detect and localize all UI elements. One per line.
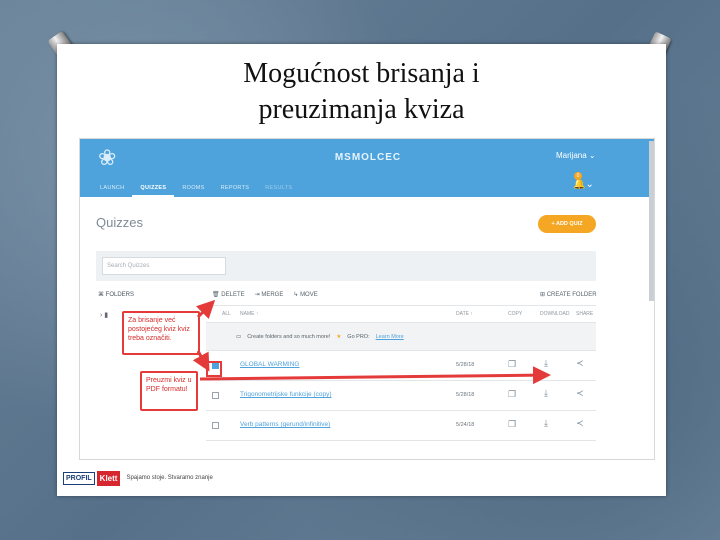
- download-icon[interactable]: ⤓: [544, 358, 548, 369]
- search-input[interactable]: Search Quizzes: [102, 257, 226, 275]
- move-button[interactable]: ↳ MOVE: [293, 291, 317, 298]
- tab-launch[interactable]: LAUNCH: [92, 183, 132, 197]
- tab-quizzes[interactable]: QUIZZES: [132, 183, 175, 197]
- download-callout: Preuzmi kviz u PDF formatu!: [140, 371, 198, 411]
- add-folder-icon: ⊞: [540, 292, 547, 298]
- tab-rooms[interactable]: ROOMS: [174, 183, 212, 197]
- folder-icon: ▭: [236, 333, 242, 340]
- learn-more-link[interactable]: Learn More: [376, 334, 404, 340]
- download-icon[interactable]: ⤓: [544, 388, 548, 399]
- quiz-table: ALL NAME ↑ DATE ↑ COPY DOWNLOAD SHARE ▭ …: [206, 305, 596, 441]
- header-copy: COPY: [508, 311, 523, 317]
- row-checkbox[interactable]: [212, 392, 219, 399]
- go-pro-text: Go PRO:: [347, 333, 370, 340]
- folders-label: FOLDERS: [105, 292, 135, 298]
- folders-header[interactable]: ⌘ FOLDERS: [98, 291, 134, 298]
- quiz-name-link[interactable]: Verb patterns (gerund/infinitive): [240, 421, 330, 428]
- copy-icon[interactable]: ❐: [508, 389, 516, 400]
- move-label: MOVE: [300, 292, 318, 298]
- promo-banner: ▭ Create folders and so much more! ★ Go …: [206, 323, 596, 351]
- slide-title-line1: Mogućnost brisanja i: [243, 58, 480, 89]
- nav-tabs: LAUNCH QUIZZES ROOMS REPORTS RESULTS: [92, 183, 300, 197]
- brand-klett: Klett: [96, 470, 121, 486]
- app-screenshot: ❀ MSMOLCEC Marijana ⌄ 0 🔔⌄ LAUNCH QUIZZE…: [79, 138, 655, 460]
- chevron-right-icon[interactable]: ›: [100, 312, 102, 319]
- brand-profil: PROFIL: [63, 471, 95, 485]
- folder-item[interactable]: › ▮: [100, 311, 108, 319]
- create-folder-button[interactable]: ⊞ CREATE FOLDER: [540, 291, 597, 298]
- page-title: Quizzes: [96, 215, 143, 230]
- slide-title-line2: preuzimanja kviza: [258, 94, 465, 125]
- slide-title: Mogućnost brisanja i preuzimanja kviza: [57, 56, 666, 128]
- delete-button[interactable]: 🗑 DELETE: [212, 291, 245, 298]
- star-icon: ★: [336, 333, 342, 340]
- row-checkbox[interactable]: [212, 422, 219, 429]
- header-all[interactable]: ALL: [222, 311, 231, 317]
- copy-icon[interactable]: ❐: [508, 419, 516, 430]
- brand-tagline: Spajamo stoje. Stvaramo znanje: [126, 475, 213, 481]
- merge-label: MERGE: [261, 292, 284, 298]
- table-row[interactable]: Verb patterns (gerund/infinitive) 5/24/1…: [206, 411, 596, 441]
- trash-icon: 🗑: [212, 292, 222, 298]
- share-icon[interactable]: ≺: [576, 358, 584, 369]
- search-bar: Search Quizzes: [96, 251, 596, 281]
- promo-text: Create folders and so much more!: [247, 333, 331, 340]
- slide: Mogućnost brisanja i preuzimanja kviza ❀…: [57, 44, 666, 496]
- quiz-name-link[interactable]: GLOBAL WARMING: [240, 361, 299, 368]
- quiz-date: 5/28/18: [456, 362, 475, 368]
- add-quiz-button[interactable]: + ADD QUIZ: [538, 215, 596, 233]
- download-icon[interactable]: ⤓: [544, 418, 548, 429]
- table-row[interactable]: GLOBAL WARMING 5/28/18 ❐ ⤓ ≺: [206, 351, 596, 381]
- create-folder-label: CREATE FOLDER: [546, 292, 597, 298]
- share-icon[interactable]: ≺: [576, 388, 584, 399]
- header-date[interactable]: DATE ↑: [456, 311, 473, 317]
- merge-button[interactable]: ⇥ MERGE: [255, 291, 284, 298]
- checkbox-highlight: [206, 361, 222, 377]
- copy-icon[interactable]: ❐: [508, 359, 516, 370]
- scrollbar[interactable]: [649, 141, 654, 301]
- header-share: SHARE: [576, 311, 594, 317]
- tab-reports[interactable]: REPORTS: [213, 183, 258, 197]
- quiz-name-link[interactable]: Trigonometrijske funkcije (copy): [240, 391, 332, 398]
- publisher-logo: PROFIL Klett Spajamo stoje. Stvaramo zna…: [63, 467, 213, 489]
- user-menu[interactable]: Marijana ⌄: [556, 151, 596, 160]
- quiz-date: 5/28/18: [456, 392, 475, 398]
- quiz-toolbar: 🗑 DELETE ⇥ MERGE ↳ MOVE: [212, 291, 318, 298]
- table-row[interactable]: Trigonometrijske funkcije (copy) 5/28/18…: [206, 381, 596, 411]
- folder-icon: ▮: [104, 312, 109, 319]
- bell-icon[interactable]: 🔔⌄: [573, 179, 594, 190]
- app-header: ❀ MSMOLCEC Marijana ⌄ 0 🔔⌄ LAUNCH QUIZZE…: [80, 139, 654, 197]
- delete-label: DELETE: [221, 292, 245, 298]
- tab-results: RESULTS: [265, 185, 293, 191]
- delete-callout: Za brisanje već postojećeg kviz kviz tre…: [122, 311, 200, 355]
- header-name[interactable]: NAME ↑: [240, 311, 258, 317]
- header-download: DOWNLOAD: [540, 311, 570, 317]
- table-header: ALL NAME ↑ DATE ↑ COPY DOWNLOAD SHARE: [206, 305, 596, 323]
- quiz-date: 5/24/18: [456, 422, 475, 428]
- folder-tree-icon: ⌘: [98, 292, 106, 298]
- share-icon[interactable]: ≺: [576, 418, 584, 429]
